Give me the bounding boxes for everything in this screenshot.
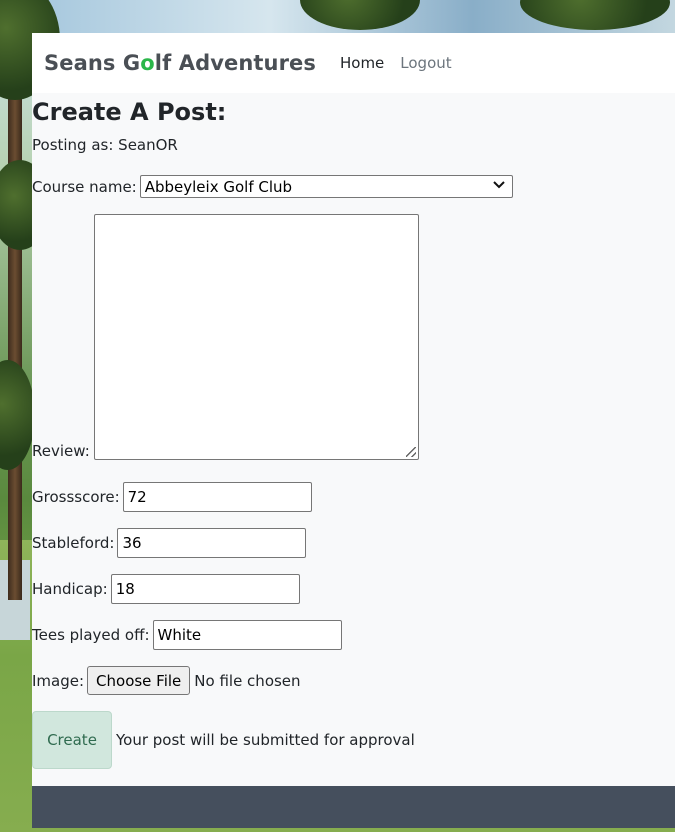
- stableford-input[interactable]: 36: [117, 528, 307, 558]
- brand-text-suffix: lf Adventures: [154, 51, 316, 75]
- submit-note: Your post will be submitted for approval: [116, 731, 415, 749]
- stableford-row: Stableford: 36: [32, 528, 675, 558]
- course-select-value: Abbeyleix Golf Club: [144, 177, 293, 196]
- handicap-label: Handicap:: [32, 580, 108, 598]
- handicap-value: 18: [115, 580, 135, 598]
- handicap-row: Handicap: 18: [32, 574, 675, 604]
- brand-logo[interactable]: Seans Golf Adventures: [44, 51, 316, 75]
- file-status-text: No file chosen: [194, 671, 301, 690]
- course-row: Course name: Abbeyleix Golf Club: [32, 175, 675, 198]
- navbar: Seans Golf Adventures Home Logout: [32, 33, 675, 93]
- page-container: Seans Golf Adventures Home Logout Create…: [32, 33, 675, 828]
- tees-input[interactable]: White: [152, 620, 342, 650]
- footer: [32, 786, 675, 828]
- tees-label: Tees played off:: [32, 626, 150, 644]
- posting-as-text: Posting as: SeanOR: [32, 136, 178, 154]
- page-title: Create A Post:: [32, 98, 227, 126]
- image-label: Image:: [32, 671, 85, 690]
- grossscore-value: 72: [127, 488, 147, 506]
- stableford-label: Stableford:: [32, 534, 115, 552]
- grossscore-label: Grossscore:: [32, 488, 120, 506]
- course-select[interactable]: Abbeyleix Golf Club: [139, 175, 513, 198]
- choose-file-button[interactable]: Choose File: [87, 666, 191, 695]
- chevron-down-icon: [492, 179, 506, 194]
- tree-crown: [0, 360, 35, 470]
- post-form: Create A Post: Posting as: SeanOR Course…: [32, 97, 675, 769]
- create-button[interactable]: Create: [32, 711, 112, 769]
- review-row: Review:: [32, 214, 675, 460]
- tees-row: Tees played off: White: [32, 620, 675, 650]
- stableford-value: 36: [122, 534, 142, 552]
- grossscore-input[interactable]: 72: [122, 482, 312, 512]
- review-label: Review:: [32, 442, 90, 460]
- grossscore-row: Grossscore: 72: [32, 482, 675, 512]
- tees-value: White: [157, 626, 202, 644]
- course-label: Course name:: [32, 177, 137, 196]
- brand-text-prefix: Seans G: [44, 51, 141, 75]
- handicap-input[interactable]: 18: [110, 574, 300, 604]
- submit-row: Create Your post will be submitted for a…: [32, 711, 675, 769]
- image-row: Image: Choose File No file chosen: [32, 666, 675, 695]
- nav-home-link[interactable]: Home: [340, 54, 384, 72]
- review-textarea[interactable]: [93, 214, 419, 460]
- resize-handle-icon[interactable]: [405, 447, 416, 457]
- brand-text-o: o: [140, 51, 155, 75]
- nav-logout-link[interactable]: Logout: [400, 54, 451, 72]
